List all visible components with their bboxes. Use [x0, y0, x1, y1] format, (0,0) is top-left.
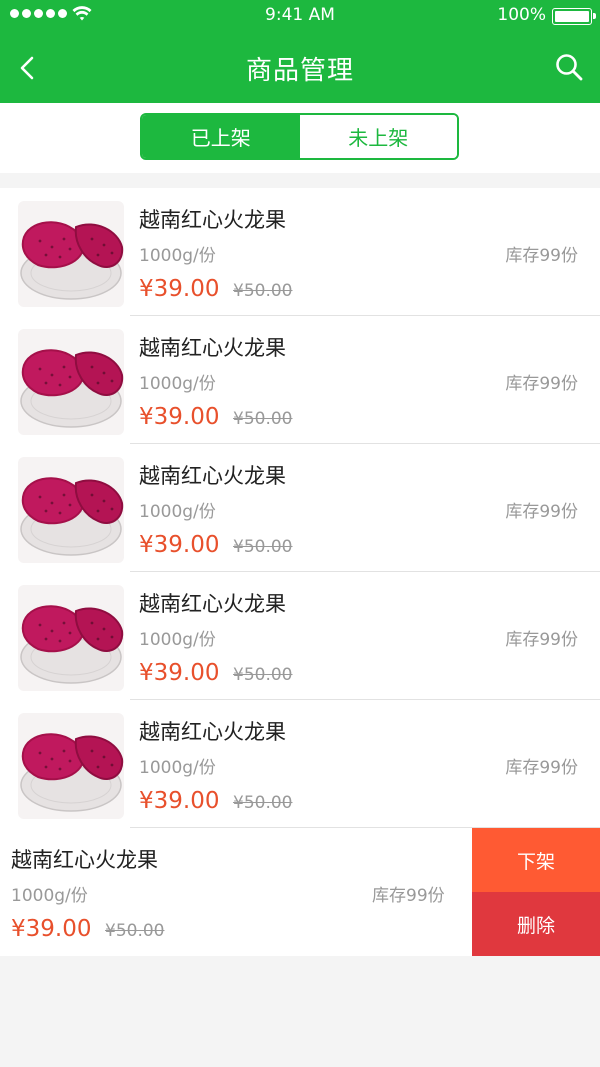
product-spec: 1000g/份 — [139, 374, 216, 394]
product-spec: 1000g/份 — [139, 502, 216, 522]
product-image — [18, 713, 124, 819]
product-spec: 1000g/份 — [139, 758, 216, 778]
product-row[interactable]: 越南红心火龙果 1000g/份 库存99份 ¥39.00 ¥50.00 — [0, 444, 600, 572]
product-stock: 库存99份 — [505, 246, 578, 266]
product-row-swiped[interactable]: 越南红心火龙果 1000g/份 库存99份 ¥39.00 ¥50.00 下架 删… — [0, 828, 600, 956]
product-spec: 1000g/份 — [139, 630, 216, 650]
product-original-price: ¥50.00 — [233, 537, 293, 557]
delete-button[interactable]: 删除 — [472, 892, 600, 956]
product-price: ¥39.00 — [139, 788, 220, 814]
battery-percent: 100% — [497, 5, 546, 25]
product-stock: 库存99份 — [505, 758, 578, 778]
status-bar: 9:41 AM 100% — [0, 0, 600, 32]
product-stock: 库存99份 — [505, 374, 578, 394]
product-price: ¥39.00 — [139, 532, 220, 558]
product-name: 越南红心火龙果 — [139, 336, 286, 360]
product-original-price: ¥50.00 — [233, 409, 293, 429]
product-original-price: ¥50.00 — [105, 921, 165, 941]
nav-bar: 商品管理 — [0, 32, 600, 103]
product-image — [18, 329, 124, 435]
product-image — [18, 585, 124, 691]
product-spec: 1000g/份 — [139, 246, 216, 266]
product-list: 越南红心火龙果 1000g/份 库存99份 ¥39.00 ¥50.00 越南红心… — [0, 188, 600, 956]
product-name: 越南红心火龙果 — [139, 720, 286, 744]
product-stock: 库存99份 — [505, 502, 578, 522]
product-original-price: ¥50.00 — [233, 793, 293, 813]
product-price: ¥39.00 — [139, 404, 220, 430]
product-row[interactable]: 越南红心火龙果 1000g/份 库存99份 ¥39.00 ¥50.00 — [0, 316, 600, 444]
shelf-tab-bar: 已上架 未上架 — [0, 103, 600, 173]
product-stock: 库存99份 — [505, 630, 578, 650]
product-image — [18, 201, 124, 307]
product-name: 越南红心火龙果 — [139, 592, 286, 616]
product-name: 越南红心火龙果 — [11, 848, 158, 872]
tab-on-shelf[interactable]: 已上架 — [142, 115, 300, 158]
off-shelf-button[interactable]: 下架 — [472, 828, 600, 892]
battery-icon — [552, 8, 596, 25]
page-title: 商品管理 — [245, 56, 354, 86]
product-row[interactable]: 越南红心火龙果 1000g/份 库存99份 ¥39.00 ¥50.00 — [0, 572, 600, 700]
product-price: ¥39.00 — [11, 916, 92, 942]
product-original-price: ¥50.00 — [233, 665, 293, 685]
product-image — [18, 457, 124, 563]
product-row[interactable]: 越南红心火龙果 1000g/份 库存99份 ¥39.00 ¥50.00 — [0, 700, 600, 828]
product-price: ¥39.00 — [139, 276, 220, 302]
app-header: 9:41 AM 100% 商品管理 — [0, 0, 600, 103]
product-spec: 1000g/份 — [11, 886, 88, 906]
swipe-actions: 下架 删除 — [472, 828, 600, 956]
product-original-price: ¥50.00 — [233, 281, 293, 301]
product-price: ¥39.00 — [139, 660, 220, 686]
product-stock: 库存99份 — [372, 886, 445, 906]
segmented-control: 已上架 未上架 — [140, 113, 459, 160]
product-name: 越南红心火龙果 — [139, 208, 286, 232]
product-row[interactable]: 越南红心火龙果 1000g/份 库存99份 ¥39.00 ¥50.00 — [0, 188, 600, 316]
search-icon[interactable] — [554, 52, 584, 82]
product-name: 越南红心火龙果 — [139, 464, 286, 488]
tab-off-shelf[interactable]: 未上架 — [299, 115, 457, 158]
